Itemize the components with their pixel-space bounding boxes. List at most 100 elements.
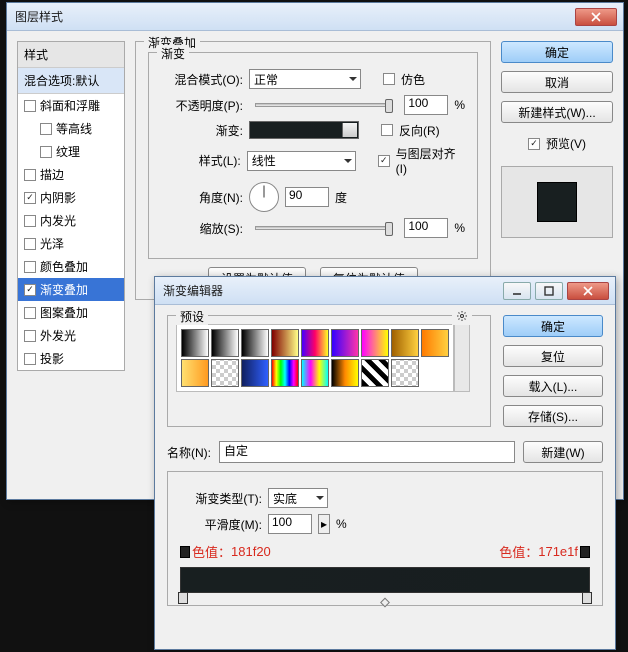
preset-label: 预设: [176, 308, 208, 325]
style-select[interactable]: 线性: [247, 151, 356, 171]
type-label: 渐变类型(T):: [180, 490, 262, 507]
style-checkbox-4[interactable]: [24, 192, 36, 204]
style-checkbox-10[interactable]: [24, 330, 36, 342]
new-gradient-button[interactable]: 新建(W): [523, 441, 603, 463]
style-item-6[interactable]: 光泽: [18, 232, 124, 255]
style-checkbox-6[interactable]: [24, 238, 36, 250]
style-item-2[interactable]: 纹理: [18, 140, 124, 163]
opacity-stop-right-icon[interactable]: [580, 546, 590, 558]
style-list-header: 样式: [18, 42, 124, 68]
smooth-stepper[interactable]: ▸: [318, 514, 330, 534]
angle-unit: 度: [335, 189, 347, 206]
preset-swatch-5[interactable]: [331, 329, 359, 357]
color1-value: 181f20: [231, 544, 271, 559]
maximize-icon[interactable]: [535, 282, 563, 300]
reverse-checkbox[interactable]: [381, 124, 393, 136]
scale-slider[interactable]: [255, 226, 392, 230]
preset-swatch-1[interactable]: [211, 329, 239, 357]
smooth-input[interactable]: 100: [268, 514, 312, 534]
preset-swatch-14[interactable]: [331, 359, 359, 387]
preset-swatch-8[interactable]: [421, 329, 449, 357]
angle-label: 角度(N):: [161, 189, 243, 206]
style-item-4[interactable]: 内阴影: [18, 186, 124, 209]
style-checkbox-2[interactable]: [40, 146, 52, 158]
style-checkbox-9[interactable]: [24, 307, 36, 319]
ge-reset-button[interactable]: 复位: [503, 345, 603, 367]
style-checkbox-8[interactable]: [24, 284, 36, 296]
style-item-5[interactable]: 内发光: [18, 209, 124, 232]
style-item-label: 颜色叠加: [40, 258, 88, 275]
style-checkbox-7[interactable]: [24, 261, 36, 273]
ge-load-button[interactable]: 载入(L)...: [503, 375, 603, 397]
preset-swatch-4[interactable]: [301, 329, 329, 357]
preset-swatch-10[interactable]: [211, 359, 239, 387]
preview-label: 预览(V): [546, 135, 586, 152]
style-item-0[interactable]: 斜面和浮雕: [18, 94, 124, 117]
preview-swatch-box: [501, 166, 613, 238]
gradient-picker[interactable]: [249, 121, 359, 139]
layer-style-title: 图层样式: [13, 8, 571, 25]
style-item-label: 描边: [40, 166, 64, 183]
align-checkbox[interactable]: [378, 155, 390, 167]
preset-swatch-0[interactable]: [181, 329, 209, 357]
name-input[interactable]: 自定: [219, 441, 515, 463]
preset-swatch-2[interactable]: [241, 329, 269, 357]
preset-swatch-7[interactable]: [391, 329, 419, 357]
style-checkbox-3[interactable]: [24, 169, 36, 181]
color2-label: 色值：: [499, 542, 538, 561]
style-item-8[interactable]: 渐变叠加: [18, 278, 124, 301]
gradient-editor-window: 渐变编辑器 预设 确定 复位 载入(L)... 存储(S)...: [154, 276, 616, 650]
close-icon[interactable]: [575, 8, 617, 26]
color-stop-right[interactable]: [582, 592, 592, 604]
opacity-input[interactable]: 100: [404, 95, 448, 115]
blend-options-default[interactable]: 混合选项:默认: [18, 68, 124, 94]
minimize-icon[interactable]: [503, 282, 531, 300]
ok-button[interactable]: 确定: [501, 41, 613, 63]
opacity-slider[interactable]: [255, 103, 392, 107]
angle-dial[interactable]: [249, 182, 279, 212]
preset-swatch-13[interactable]: [301, 359, 329, 387]
scale-input[interactable]: 100: [404, 218, 448, 238]
preset-swatch-15[interactable]: [361, 359, 389, 387]
style-item-label: 渐变叠加: [40, 281, 88, 298]
preset-swatch-16[interactable]: [391, 359, 419, 387]
color1-label: 色值：: [192, 542, 231, 561]
type-select[interactable]: 实底: [268, 488, 328, 508]
style-item-3[interactable]: 描边: [18, 163, 124, 186]
style-checkbox-5[interactable]: [24, 215, 36, 227]
ge-save-button[interactable]: 存储(S)...: [503, 405, 603, 427]
style-item-10[interactable]: 外发光: [18, 324, 124, 347]
style-checkbox-11[interactable]: [24, 353, 36, 365]
preset-scrollbar[interactable]: [454, 324, 470, 392]
style-item-label: 图案叠加: [40, 304, 88, 321]
midpoint-handle[interactable]: [380, 598, 390, 608]
style-item-1[interactable]: 等高线: [18, 117, 124, 140]
close-icon[interactable]: [567, 282, 609, 300]
blendmode-select[interactable]: 正常: [249, 69, 361, 89]
color-stop-left[interactable]: [178, 592, 188, 604]
style-item-7[interactable]: 颜色叠加: [18, 255, 124, 278]
preview-checkbox[interactable]: [528, 138, 540, 150]
gradient-edit-bar[interactable]: [180, 567, 590, 593]
cancel-button[interactable]: 取消: [501, 71, 613, 93]
ge-ok-button[interactable]: 确定: [503, 315, 603, 337]
preset-swatch-11[interactable]: [241, 359, 269, 387]
preset-swatch-3[interactable]: [271, 329, 299, 357]
style-item-label: 投影: [40, 350, 64, 367]
dither-checkbox[interactable]: [383, 73, 395, 85]
style-checkbox-1[interactable]: [40, 123, 52, 135]
opacity-stop-left-icon[interactable]: [180, 546, 190, 558]
style-checkbox-0[interactable]: [24, 100, 36, 112]
style-item-label: 内发光: [40, 212, 76, 229]
angle-input[interactable]: 90: [285, 187, 329, 207]
preset-swatch-6[interactable]: [361, 329, 389, 357]
preset-swatch-12[interactable]: [271, 359, 299, 387]
style-list: 样式 混合选项:默认 斜面和浮雕等高线纹理描边内阴影内发光光泽颜色叠加渐变叠加图…: [17, 41, 125, 371]
style-item-9[interactable]: 图案叠加: [18, 301, 124, 324]
gear-icon[interactable]: [452, 310, 472, 325]
layer-style-titlebar[interactable]: 图层样式: [7, 3, 623, 31]
preset-swatch-9[interactable]: [181, 359, 209, 387]
style-item-11[interactable]: 投影: [18, 347, 124, 370]
new-style-button[interactable]: 新建样式(W)...: [501, 101, 613, 123]
gradient-editor-titlebar[interactable]: 渐变编辑器: [155, 277, 615, 305]
